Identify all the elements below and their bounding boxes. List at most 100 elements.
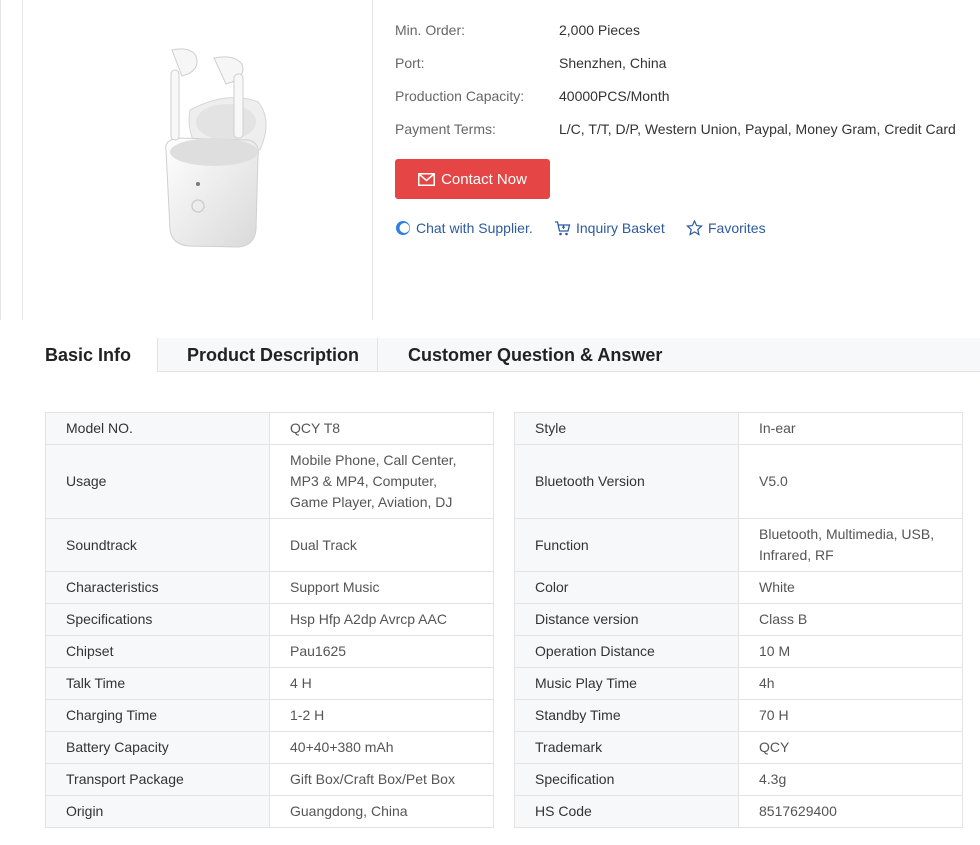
spec-value: Shenzhen, China xyxy=(559,55,667,71)
spec-key: Trademark xyxy=(514,731,739,764)
tab-basic-info-label: Basic Info xyxy=(45,344,132,365)
contact-now-button[interactable]: Contact Now xyxy=(395,159,550,199)
basic-info-table-right: Style In-ear Bluetooth Version V5.0 Func… xyxy=(514,412,963,828)
table-row: Chipset Pau1625 xyxy=(45,635,494,668)
table-row: Specification 4.3g xyxy=(514,763,963,796)
left-divider xyxy=(0,0,1,320)
spec-key: Usage xyxy=(45,444,270,519)
spec-value: L/C, T/T, D/P, Western Union, Paypal, Mo… xyxy=(559,121,956,137)
spec-value: 4.3g xyxy=(738,763,963,796)
spec-value: Guangdong, China xyxy=(269,795,494,828)
star-icon xyxy=(686,220,703,236)
table-row: Standby Time 70 H xyxy=(514,699,963,732)
chat-with-supplier-label: Chat with Supplier. xyxy=(416,220,533,236)
table-row: Function Bluetooth, Multimedia, USB, Inf… xyxy=(514,518,963,572)
spec-key: Operation Distance xyxy=(514,635,739,668)
info-tabs: Basic Info Product Description Customer … xyxy=(0,320,980,372)
spec-value: White xyxy=(738,571,963,604)
spec-key: Characteristics xyxy=(45,571,270,604)
spec-value: Gift Box/Craft Box/Pet Box xyxy=(269,763,494,796)
tab-product-description-label: Product Description xyxy=(187,344,360,365)
table-row: Transport Package Gift Box/Craft Box/Pet… xyxy=(45,763,494,796)
spec-key: Transport Package xyxy=(45,763,270,796)
spec-value: Dual Track xyxy=(269,518,494,572)
spec-key: Specification xyxy=(514,763,739,796)
product-image[interactable] xyxy=(138,40,298,255)
spec-value: Bluetooth, Multimedia, USB, Infrared, RF xyxy=(738,518,963,572)
chat-bubble-icon xyxy=(396,221,410,235)
table-row: HS Code 8517629400 xyxy=(514,795,963,828)
table-row: Battery Capacity 40+40+380 mAh xyxy=(45,731,494,764)
table-row: Origin Guangdong, China xyxy=(45,795,494,828)
inquiry-basket-link[interactable]: Inquiry Basket xyxy=(554,220,665,236)
contact-now-label: Contact Now xyxy=(441,170,527,188)
spec-value: 40000PCS/Month xyxy=(559,88,670,104)
spec-value: Mobile Phone, Call Center, MP3 & MP4, Co… xyxy=(269,444,494,519)
spec-value: 1-2 H xyxy=(269,699,494,732)
spec-value: 4 H xyxy=(269,667,494,700)
spec-value: Support Music xyxy=(269,571,494,604)
spec-key: Style xyxy=(514,412,739,445)
favorites-link[interactable]: Favorites xyxy=(686,220,766,236)
table-row: Bluetooth Version V5.0 xyxy=(514,444,963,519)
spec-value: 2,000 Pieces xyxy=(559,22,640,38)
table-row: Usage Mobile Phone, Call Center, MP3 & M… xyxy=(45,444,494,519)
table-row: Talk Time 4 H xyxy=(45,667,494,700)
chat-with-supplier-link[interactable]: Chat with Supplier. xyxy=(395,220,533,236)
spec-label: Min. Order: xyxy=(395,22,466,38)
spec-value: QCY xyxy=(738,731,963,764)
spec-key: Origin xyxy=(45,795,270,828)
spec-key: Specifications xyxy=(45,603,270,636)
table-row: Charging Time 1-2 H xyxy=(45,699,494,732)
table-row: Model NO. QCY T8 xyxy=(45,412,494,445)
cart-icon xyxy=(555,221,571,236)
table-row: Color White xyxy=(514,571,963,604)
spec-value: In-ear xyxy=(738,412,963,445)
spec-key: Distance version xyxy=(514,603,739,636)
inquiry-basket-label: Inquiry Basket xyxy=(576,220,665,236)
spec-key: Standby Time xyxy=(514,699,739,732)
spec-value: Hsp Hfp A2dp Avrcp AAC xyxy=(269,603,494,636)
spec-value: 40+40+380 mAh xyxy=(269,731,494,764)
tab-customer-qa-label: Customer Question & Answer xyxy=(408,344,663,365)
spec-key: Color xyxy=(514,571,739,604)
tab-customer-qa[interactable]: Customer Question & Answer xyxy=(408,338,662,372)
spec-value: 8517629400 xyxy=(738,795,963,828)
spec-key: Model NO. xyxy=(45,412,270,445)
table-row: Specifications Hsp Hfp A2dp Avrcp AAC xyxy=(45,603,494,636)
table-row: Distance version Class B xyxy=(514,603,963,636)
tab-product-description[interactable]: Product Description xyxy=(187,338,359,372)
spec-key: Music Play Time xyxy=(514,667,739,700)
spec-key: Battery Capacity xyxy=(45,731,270,764)
spec-value: V5.0 xyxy=(738,444,963,519)
tab-divider xyxy=(377,338,378,372)
table-row: Style In-ear xyxy=(514,412,963,445)
table-row: Characteristics Support Music xyxy=(45,571,494,604)
spec-value: Pau1625 xyxy=(269,635,494,668)
table-row: Trademark QCY xyxy=(514,731,963,764)
spec-key: Soundtrack xyxy=(45,518,270,572)
spec-value: 10 M xyxy=(738,635,963,668)
spec-key: Charging Time xyxy=(45,699,270,732)
basic-info-table-left: Model NO. QCY T8 Usage Mobile Phone, Cal… xyxy=(45,412,494,828)
envelope-icon xyxy=(418,172,436,186)
spec-key: Chipset xyxy=(45,635,270,668)
spec-value: 70 H xyxy=(738,699,963,732)
spec-label: Port: xyxy=(395,55,425,71)
tab-divider xyxy=(157,338,158,372)
spec-label: Payment Terms: xyxy=(395,121,496,137)
table-row: Music Play Time 4h xyxy=(514,667,963,700)
spec-key: Talk Time xyxy=(45,667,270,700)
favorites-label: Favorites xyxy=(708,220,766,236)
table-row: Operation Distance 10 M xyxy=(514,635,963,668)
spec-value: 4h xyxy=(738,667,963,700)
spec-key: Bluetooth Version xyxy=(514,444,739,519)
spec-label: Production Capacity: xyxy=(395,88,525,104)
product-image-panel xyxy=(22,0,373,320)
spec-key: Function xyxy=(514,518,739,572)
spec-value: QCY T8 xyxy=(269,412,494,445)
spec-value: Class B xyxy=(738,603,963,636)
table-row: Soundtrack Dual Track xyxy=(45,518,494,572)
tab-basic-info[interactable]: Basic Info xyxy=(22,338,157,372)
spec-key: HS Code xyxy=(514,795,739,828)
